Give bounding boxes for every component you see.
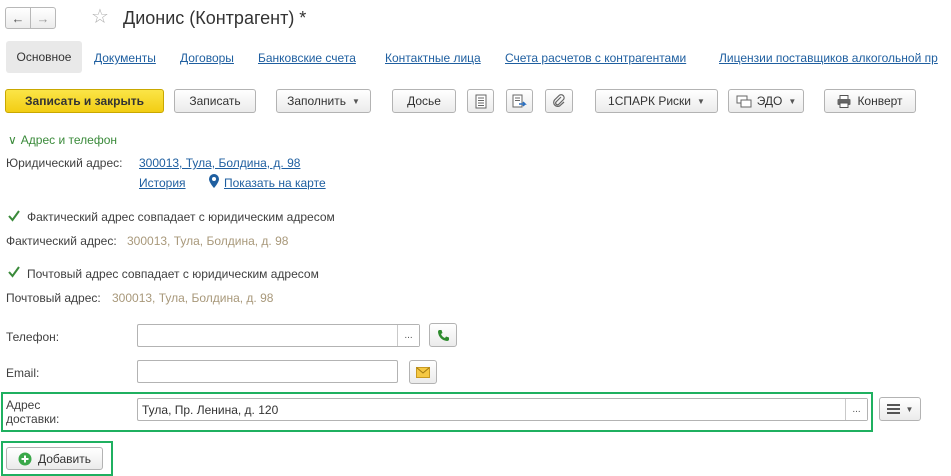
caret-down-icon: ▼	[788, 96, 797, 106]
printer-icon	[837, 94, 851, 108]
email-input[interactable]	[137, 360, 398, 383]
paperclip-icon	[553, 94, 565, 107]
phone-icon	[437, 329, 449, 341]
add-button[interactable]: Добавить	[6, 447, 103, 470]
tab-settlement-accounts[interactable]: Счета расчетов с контрагентами	[505, 51, 686, 65]
checkmark-icon	[8, 266, 20, 278]
edo-icon	[736, 95, 752, 107]
phone-input[interactable]: ...	[137, 324, 420, 347]
show-on-map-link[interactable]: Показать на карте	[224, 176, 326, 190]
postal-address-same-label: Почтовый адрес совпадает с юридическим а…	[27, 267, 319, 281]
caret-down-icon: ▼	[352, 96, 360, 106]
tab-documents[interactable]: Документы	[94, 51, 156, 65]
tab-main[interactable]: Основное	[6, 41, 82, 73]
map-pin-icon	[209, 174, 219, 191]
checkmark-icon	[8, 210, 20, 222]
postal-address-value: 300013, Тула, Болдина, д. 98	[112, 291, 274, 305]
phone-select-button[interactable]: ...	[397, 325, 419, 346]
tab-bank-accounts[interactable]: Банковские счета	[258, 51, 356, 65]
postal-address-label: Почтовый адрес:	[6, 291, 101, 305]
forward-button[interactable]: →	[30, 7, 56, 29]
tab-contracts[interactable]: Договоры	[180, 51, 234, 65]
section-address-phone-toggle[interactable]: ∨ Адрес и телефон	[8, 133, 117, 147]
postal-address-same-checkbox[interactable]	[7, 265, 21, 279]
actual-address-value: 300013, Тула, Болдина, д. 98	[127, 234, 289, 248]
arrow-left-icon: ←	[11, 10, 25, 26]
plus-circle-icon	[18, 452, 32, 465]
favorite-star-icon[interactable]: ☆	[91, 6, 109, 28]
actual-address-label: Фактический адрес:	[6, 234, 117, 248]
caret-down-icon: ▼	[697, 96, 705, 106]
envelope-icon	[416, 366, 430, 378]
caret-down-icon: ▼	[905, 404, 914, 414]
arrow-right-icon: →	[36, 10, 50, 26]
dossier-button[interactable]: Досье	[392, 89, 456, 113]
tab-alcohol-licenses[interactable]: Лицензии поставщиков алкогольной пр	[719, 51, 938, 65]
call-button[interactable]	[429, 323, 457, 347]
email-label: Email:	[6, 366, 40, 380]
actual-address-same-checkbox[interactable]	[7, 209, 21, 223]
legal-address-link[interactable]: 300013, Тула, Болдина, д. 98	[139, 156, 300, 170]
fill-dropdown-button[interactable]: Заполнить ▼	[276, 89, 371, 113]
save-button[interactable]: Записать	[174, 89, 256, 113]
tab-contact-persons[interactable]: Контактные лица	[385, 51, 481, 65]
report-button[interactable]	[467, 89, 494, 113]
legal-address-label: Юридический адрес:	[6, 156, 123, 170]
save-and-close-button[interactable]: Записать и закрыть	[5, 89, 164, 113]
send-email-button[interactable]	[409, 360, 437, 384]
document-arrow-icon	[512, 94, 527, 107]
history-link[interactable]: История	[139, 176, 186, 190]
phone-label: Телефон:	[6, 330, 60, 344]
attachments-button[interactable]	[545, 89, 573, 113]
delivery-menu-button[interactable]: ▼	[879, 397, 921, 421]
envelope-print-button[interactable]: Конверт	[824, 89, 916, 113]
chevron-down-icon: ∨	[8, 133, 17, 147]
spark-risks-dropdown-button[interactable]: 1СПАРК Риски ▼	[595, 89, 718, 113]
delivery-address-select-button[interactable]: ...	[845, 399, 867, 420]
delivery-address-label: Адрес доставки:	[6, 398, 60, 426]
edo-dropdown-button[interactable]: ЭДО ▼	[728, 89, 804, 113]
back-button[interactable]: ←	[5, 7, 31, 29]
delivery-address-input[interactable]: Тула, Пр. Ленина, д. 120 ...	[137, 398, 868, 421]
actual-address-same-label: Фактический адрес совпадает с юридически…	[27, 210, 335, 224]
document-list-icon	[475, 94, 486, 108]
create-based-on-button[interactable]	[506, 89, 533, 113]
page-title: Дионис (Контрагент) *	[123, 8, 307, 28]
hamburger-menu-icon	[886, 404, 900, 414]
